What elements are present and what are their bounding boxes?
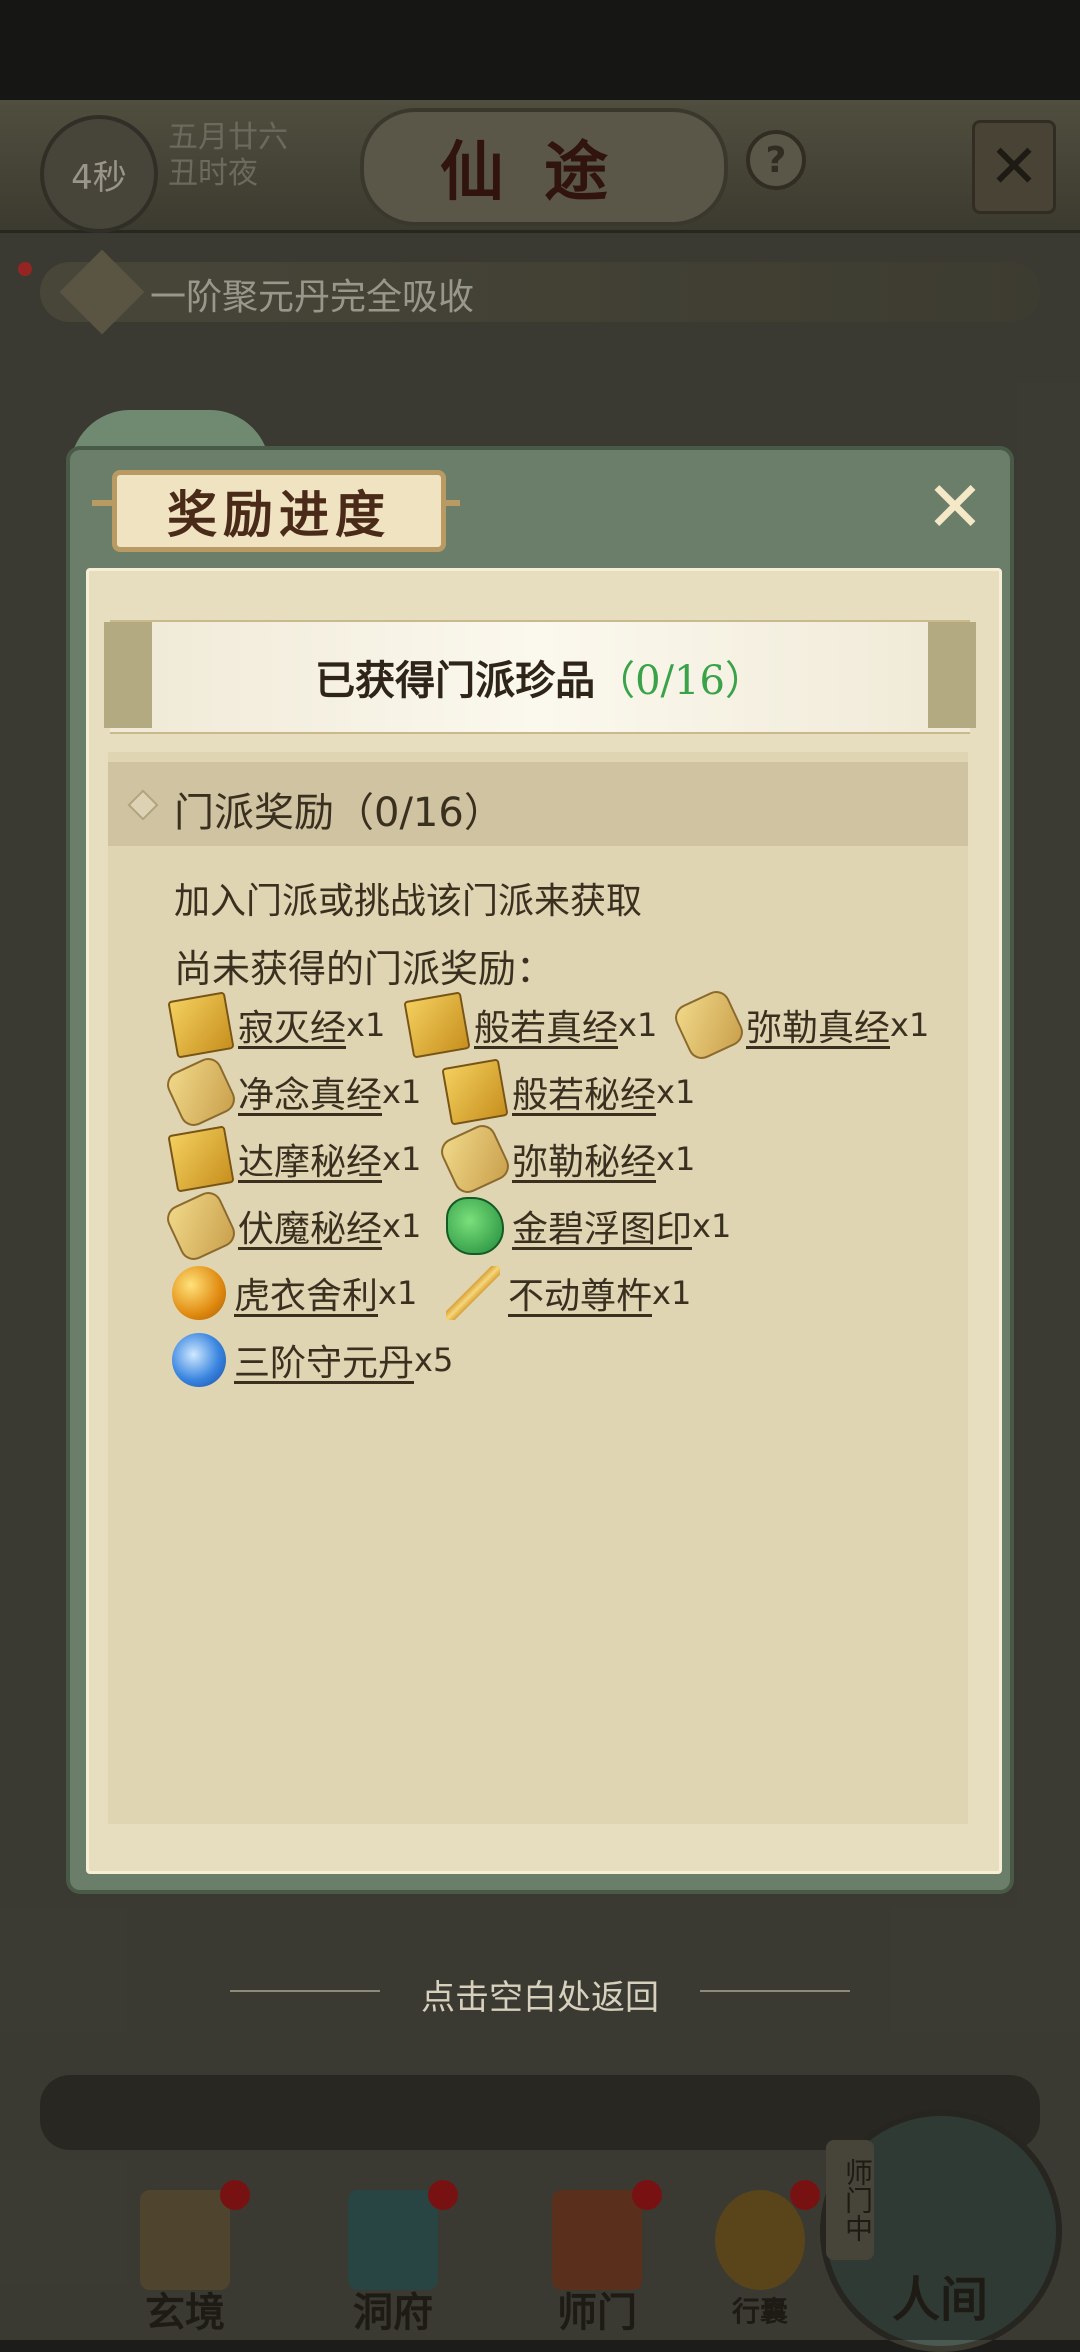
item-name[interactable]: 净念真经 xyxy=(238,1066,382,1118)
banner-label: 已获得门派珍品 xyxy=(315,657,596,704)
item-qty: x1 xyxy=(346,1006,386,1044)
reward-item[interactable]: 不动尊杵 x1 xyxy=(446,1263,691,1323)
reward-item[interactable]: 弥勒秘经 x1 xyxy=(436,1120,696,1198)
item-name[interactable]: 伏魔秘经 xyxy=(238,1200,382,1252)
reward-item[interactable]: 三阶守元丹 x5 xyxy=(172,1330,453,1390)
dialog-title: 奖励进度 xyxy=(112,470,446,552)
item-name[interactable]: 虎衣舍利 xyxy=(234,1267,378,1319)
item-name[interactable]: 达摩秘经 xyxy=(238,1133,382,1185)
pill-icon xyxy=(172,1333,226,1387)
scroll-icon xyxy=(162,1053,240,1131)
reward-item[interactable]: 弥勒真经 x1 xyxy=(670,986,930,1064)
item-qty: x1 xyxy=(656,1140,696,1178)
item-name[interactable]: 金碧浮图印 xyxy=(512,1200,692,1252)
item-name[interactable]: 弥勒秘经 xyxy=(512,1133,656,1185)
reward-item[interactable]: 寂灭经 x1 xyxy=(167,991,386,1059)
reward-item[interactable]: 净念真经 x1 xyxy=(162,1053,422,1131)
reward-item[interactable]: 达摩秘经 x1 xyxy=(167,1125,422,1193)
unearned-heading: 尚未获得的门派奖励： xyxy=(174,947,555,991)
jade-seal-icon xyxy=(446,1197,504,1255)
banner-cap-right xyxy=(928,622,976,728)
relic-orb-icon xyxy=(172,1266,226,1320)
item-qty: x1 xyxy=(378,1274,418,1312)
item-qty: x1 xyxy=(618,1006,658,1044)
vajra-icon xyxy=(446,1266,500,1320)
reward-item[interactable]: 虎衣舍利 x1 xyxy=(172,1263,417,1323)
banner-count: （0/16） xyxy=(595,658,765,704)
book-icon xyxy=(441,1058,509,1126)
reward-item[interactable]: 伏魔秘经 x1 xyxy=(162,1187,422,1265)
item-name[interactable]: 般若秘经 xyxy=(512,1066,656,1118)
book-icon xyxy=(167,1125,235,1193)
item-name[interactable]: 不动尊杵 xyxy=(508,1267,652,1319)
item-qty: x1 xyxy=(382,1073,422,1111)
reward-item[interactable]: 金碧浮图印 x1 xyxy=(446,1196,731,1256)
item-qty: x1 xyxy=(890,1006,930,1044)
item-name[interactable]: 弥勒真经 xyxy=(746,999,890,1051)
item-qty: x1 xyxy=(692,1207,732,1245)
item-name[interactable]: 般若真经 xyxy=(474,999,618,1051)
book-icon xyxy=(403,991,471,1059)
reward-item[interactable]: 般若真经 x1 xyxy=(403,991,658,1059)
banner-text: 已获得门派珍品（0/16） xyxy=(150,648,930,706)
book-icon xyxy=(167,991,235,1059)
reward-description: 加入门派或挑战该门派来获取 xyxy=(174,881,643,922)
item-qty: x1 xyxy=(382,1140,422,1178)
close-icon[interactable]: ✕ xyxy=(920,472,990,542)
scroll-icon xyxy=(670,986,748,1064)
item-qty: x1 xyxy=(652,1274,692,1312)
item-qty: x5 xyxy=(414,1341,454,1379)
scroll-icon xyxy=(436,1120,514,1198)
banner-cap-left xyxy=(104,622,152,728)
section-title: 门派奖励（0/16） xyxy=(174,790,504,836)
item-name[interactable]: 寂灭经 xyxy=(238,999,346,1051)
item-qty: x1 xyxy=(656,1073,696,1111)
item-name[interactable]: 三阶守元丹 xyxy=(234,1334,414,1386)
return-hint[interactable]: 点击空白处返回 xyxy=(0,1970,1080,2019)
reward-item[interactable]: 般若秘经 x1 xyxy=(441,1058,696,1126)
scroll-icon xyxy=(162,1187,240,1265)
item-qty: x1 xyxy=(382,1207,422,1245)
